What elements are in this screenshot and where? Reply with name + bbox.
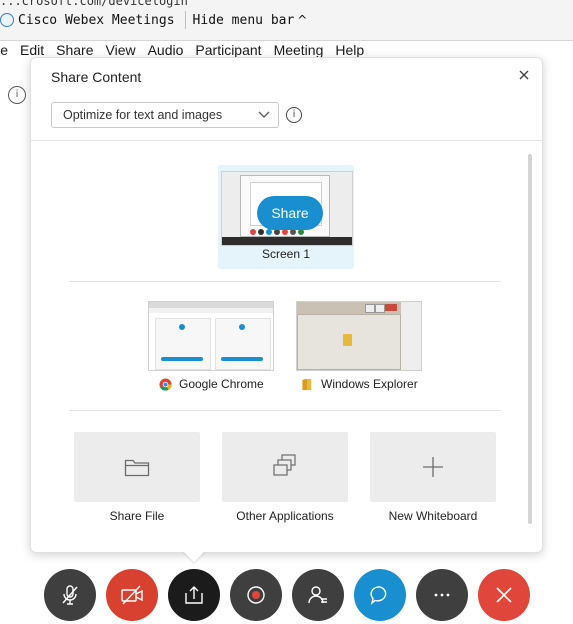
windows-explorer-label: Windows Explorer [301,377,418,391]
url-fragment: ...crosoft.com/devicelogin [0,0,188,8]
folder-outline-icon [124,459,150,477]
participants-button[interactable] [292,569,344,621]
chevron-up-icon: ^ [297,12,308,27]
panel-pointer [182,550,206,562]
header-divider [31,140,542,141]
title-separator [184,11,186,29]
section-divider-2 [69,410,501,411]
meeting-controls [44,569,530,621]
google-chrome-label: Google Chrome [159,377,264,391]
windows-explorer-text: Windows Explorer [321,377,418,391]
microphone-muted-icon [62,585,78,605]
folder-icon [302,378,312,390]
scrollbar[interactable] [528,154,532,524]
camera-off-icon [121,585,143,605]
video-button[interactable] [106,569,158,621]
google-chrome-tile[interactable] [148,301,274,371]
title-bar: ...crosoft.com/devicelogin Cisco Webex M… [0,0,573,41]
other-applications-tile[interactable] [222,432,348,502]
participants-icon [308,586,327,604]
section-divider-1 [69,281,501,282]
share-screen-button[interactable]: Share [257,196,323,230]
windows-explorer-tile[interactable] [296,301,422,371]
screen-1-tile[interactable]: Share Screen 1 [218,165,354,269]
chevron-down-icon [258,111,270,118]
menu-file[interactable]: ile [0,42,8,62]
chat-button[interactable] [354,569,406,621]
more-icon [434,593,450,597]
meeting-info-icon[interactable]: i [8,86,26,104]
google-chrome-thumbnail [148,301,274,371]
screen-1-label: Screen 1 [261,247,311,261]
new-whiteboard-label: New Whiteboard [388,509,478,523]
share-content-panel: Share Content Optimize for text and imag… [30,57,543,553]
hide-menu-bar-button[interactable]: Hide menu bar ^ [193,13,308,28]
info-icon[interactable]: i [286,107,302,123]
more-button[interactable] [416,569,468,621]
optimize-dropdown-value: Optimize for text and images [63,108,223,122]
new-whiteboard-tile[interactable] [370,432,496,502]
leave-meeting-button[interactable] [478,569,530,621]
google-chrome-text: Google Chrome [179,377,264,391]
share-file-tile[interactable] [74,432,200,502]
app-title-text: Cisco Webex Meetings [18,12,175,28]
share-upload-icon [185,586,203,604]
optimize-dropdown[interactable]: Optimize for text and images [51,102,279,128]
plus-icon [423,457,443,477]
record-icon [247,586,265,604]
windows-explorer-thumbnail [296,301,422,371]
record-button[interactable] [230,569,282,621]
close-icon [496,587,512,603]
app-title: Cisco Webex Meetings Hide menu bar ^ [0,11,307,29]
stacked-windows-icon [273,454,296,476]
close-icon[interactable] [517,68,531,82]
panel-title: Share Content [51,69,142,85]
webex-logo-icon [0,13,14,27]
screen-1-thumbnail: Share [221,171,353,246]
share-button[interactable] [168,569,220,621]
mute-button[interactable] [44,569,96,621]
chat-icon [370,586,387,605]
chrome-icon [159,377,172,391]
share-file-label: Share File [109,509,165,523]
other-applications-label: Other Applications [236,509,334,523]
